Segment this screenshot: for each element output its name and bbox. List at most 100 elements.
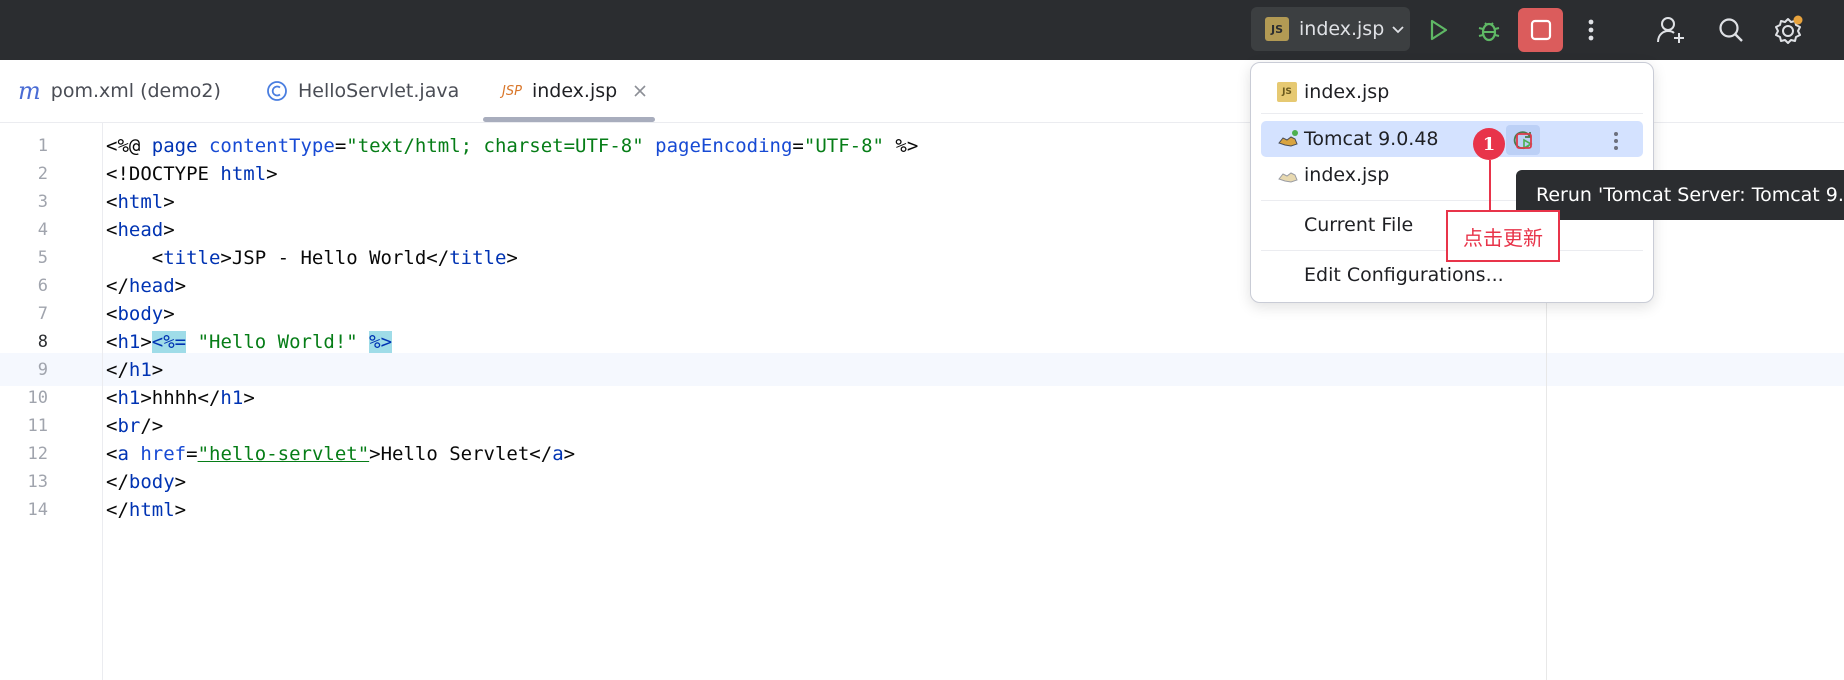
run-icon[interactable] <box>1420 12 1456 48</box>
debug-icon[interactable] <box>1471 12 1507 48</box>
code-token: "text/html; charset=UTF-8" <box>346 135 644 157</box>
popup-item-label: Tomcat 9.0.48 <box>1304 128 1439 150</box>
jsp-file-icon: JS <box>1265 17 1289 41</box>
separator <box>1261 113 1643 114</box>
more-icon[interactable] <box>1611 129 1621 153</box>
code-token: br <box>117 415 141 437</box>
jsp-icon: JS <box>1277 82 1297 102</box>
search-icon[interactable] <box>1713 12 1749 48</box>
code-token: title <box>163 247 221 269</box>
code-token: %> <box>369 331 393 353</box>
class-icon <box>267 81 287 101</box>
code-token: = <box>334 135 347 157</box>
code-token: >Hello Servlet</ <box>369 443 553 465</box>
tab-label: HelloServlet.java <box>298 80 460 102</box>
close-tab-icon[interactable] <box>633 84 647 98</box>
code-token: > <box>140 331 152 353</box>
code-token: > <box>506 247 518 269</box>
code-token: >hhhh</ <box>140 387 221 409</box>
code-token: "UTF-8" <box>803 135 884 157</box>
settings-icon[interactable] <box>1771 12 1807 48</box>
code-token: < <box>106 415 118 437</box>
tab-label: index.jsp <box>531 80 618 102</box>
main-toolbar: JS index.jsp <box>0 0 1844 60</box>
chevron-down-icon <box>1392 26 1404 34</box>
code-token: > <box>174 471 187 493</box>
code-token: > <box>174 499 187 521</box>
code-token: </ <box>106 275 129 297</box>
code-token: > <box>163 219 175 241</box>
code-token: head <box>128 275 175 297</box>
popup-item-index-jsp[interactable]: JS index.jsp <box>1251 75 1653 109</box>
line-number-gutter: 1 2 3 4 5 6 7 8 9 10 11 12 13 14 <box>0 122 103 680</box>
tab-index-jsp[interactable]: JSP index.jsp <box>502 60 647 122</box>
rerun-tooltip: Rerun 'Tomcat Server: Tomcat 9.0.48' <box>1516 170 1844 220</box>
code-token: > <box>174 275 187 297</box>
code-token: h1 <box>117 387 141 409</box>
code-token: /> <box>140 415 164 437</box>
code-token: a <box>117 443 141 465</box>
code-token: %> <box>883 135 919 157</box>
code-line: </html> <box>106 494 186 527</box>
annotation-step-badge: 1 <box>1473 128 1505 160</box>
code-token: <!DOCTYPE <box>106 163 221 185</box>
code-token: > <box>563 443 576 465</box>
code-token: "Hello World!" <box>186 331 370 353</box>
code-token: pageEncoding <box>655 135 793 157</box>
code-token: html <box>220 163 267 185</box>
tomcat-icon <box>1278 130 1298 147</box>
annotation-callout: 点击更新 <box>1446 210 1560 262</box>
code-token: </ <box>106 359 129 381</box>
code-token: < <box>106 219 118 241</box>
line-number: 14 <box>27 500 48 520</box>
tab-helloservlet-java[interactable]: HelloServlet.java <box>266 60 459 122</box>
code-token: h1 <box>220 387 244 409</box>
add-user-icon[interactable] <box>1653 12 1689 48</box>
code-token: href <box>140 443 187 465</box>
popup-item-label: index.jsp <box>1304 81 1390 103</box>
active-tab-indicator <box>483 117 655 122</box>
tab-pom-xml[interactable]: m pom.xml (demo2) <box>18 60 221 122</box>
code-token: </ <box>106 471 129 493</box>
code-token: a <box>552 443 564 465</box>
code-token: <%@ <box>106 135 152 157</box>
code-token: title <box>449 247 507 269</box>
code-token: html <box>117 191 164 213</box>
run-config-selector[interactable]: JS index.jsp <box>1251 7 1410 51</box>
stop-icon[interactable] <box>1514 131 1534 151</box>
annotation-connector <box>1489 160 1491 210</box>
code-token: < <box>106 443 118 465</box>
code-token: > <box>266 163 278 185</box>
stop-icon <box>1530 19 1551 41</box>
code-token: <%= <box>151 331 187 353</box>
tab-label: pom.xml (demo2) <box>50 80 221 102</box>
code-token: < <box>106 191 118 213</box>
code-token: > <box>163 191 175 213</box>
code-token: > <box>151 359 164 381</box>
code-token: contentType <box>208 135 335 157</box>
more-icon[interactable] <box>1573 12 1609 48</box>
code-token: > <box>163 303 175 325</box>
run-config-label: index.jsp <box>1299 18 1385 40</box>
popup-item-edit-configurations[interactable]: Edit Configurations... <box>1251 258 1653 292</box>
jsp-icon: JSP <box>502 83 522 99</box>
code-token: = <box>792 135 804 157</box>
code-token: html <box>128 499 175 521</box>
code-token: body <box>128 471 175 493</box>
code-token: < <box>106 247 164 269</box>
popup-item-tomcat[interactable]: Tomcat 9.0.48 <box>1251 122 1653 156</box>
popup-item-label: index.jsp <box>1304 164 1390 186</box>
popup-item-label: Current File <box>1304 214 1414 236</box>
stop-button[interactable] <box>1518 8 1563 52</box>
code-token: h1 <box>128 359 152 381</box>
notification-dot <box>1793 15 1803 25</box>
code-token: body <box>117 303 164 325</box>
code-token: < <box>106 331 118 353</box>
code-token: head <box>117 219 164 241</box>
code-token: </ <box>106 499 129 521</box>
code-token: "hello-servlet" <box>197 443 370 465</box>
code-token: > <box>243 387 255 409</box>
tomcat-icon <box>1278 172 1298 183</box>
code-token: < <box>106 303 118 325</box>
